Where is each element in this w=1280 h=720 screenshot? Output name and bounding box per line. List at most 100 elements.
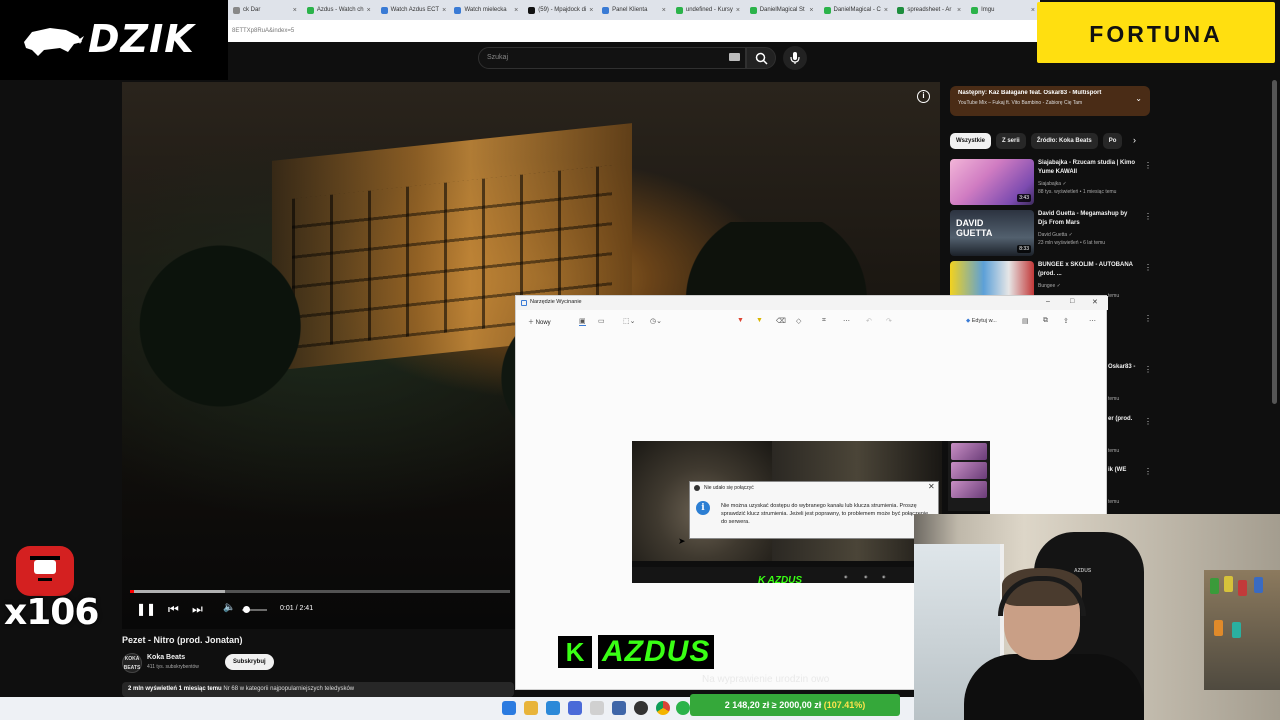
more-options-icon[interactable]: ⋮	[1144, 467, 1152, 476]
minimize-icon[interactable]: –	[1046, 298, 1050, 305]
text-actions-icon[interactable]: ⋯	[843, 317, 850, 325]
page-scrollbar[interactable]	[1272, 80, 1277, 404]
tab-close-icon[interactable]: ×	[1031, 7, 1035, 14]
channel-avatar[interactable]: KOKA BEATS	[122, 653, 142, 673]
chip-all[interactable]: Wszystkie	[950, 133, 992, 149]
snipping-tool-titlebar[interactable]: Narzędzie Wycinanie – □ ✕	[516, 296, 1108, 310]
tab-close-icon[interactable]: ×	[884, 7, 888, 14]
subscribe-button[interactable]: Subskrybuj	[225, 654, 274, 670]
search-input[interactable]: Szukaj	[478, 47, 746, 69]
copy-icon[interactable]: ⧉	[1043, 317, 1048, 325]
address-bar[interactable]: 8ETTXp8RuA&index=5	[228, 20, 1040, 42]
browser-tab[interactable]: Watch Azdus ECT ×	[376, 0, 450, 20]
chip-more[interactable]: Po	[1102, 133, 1123, 149]
keyboard-icon[interactable]	[729, 53, 740, 61]
volume-icon[interactable]: 🔈	[223, 602, 235, 613]
tab-close-icon[interactable]: ×	[442, 7, 446, 14]
file-explorer-icon[interactable]	[524, 701, 538, 715]
tab-close-icon[interactable]: ×	[514, 7, 518, 14]
recommendation-thumbnail[interactable]: DAVID GUETTA 8:33	[950, 210, 1034, 256]
app-icon[interactable]	[568, 701, 582, 715]
edge-icon[interactable]	[546, 701, 560, 715]
recommendation-item[interactable]: DAVID GUETTA 8:33 David Guetta - Megamas…	[950, 210, 1152, 256]
channel-name[interactable]: Koka Beats	[147, 654, 185, 661]
tab-favicon-icon	[306, 6, 314, 14]
crop-icon[interactable]: ⌗	[822, 317, 826, 325]
highlighter-icon[interactable]: ▼	[756, 317, 763, 324]
app-icon[interactable]	[676, 701, 690, 715]
more-options-icon[interactable]: ⋮	[1144, 161, 1152, 170]
browser-tab[interactable]: Azdus - Watch ch ×	[302, 0, 376, 20]
bet-percent: (107.41%)	[823, 700, 866, 710]
description-box[interactable]: 2 mln wyświetleń 1 miesiąc temu Nr 68 w …	[122, 682, 514, 697]
obs-icon[interactable]	[634, 701, 648, 715]
info-icon: i	[696, 501, 710, 515]
shapes-icon[interactable]: ◇	[796, 317, 801, 325]
eraser-icon[interactable]: ⌫	[776, 317, 786, 325]
snip-shape-icon[interactable]: ⬚⌄	[623, 317, 635, 325]
pause-icon[interactable]: ❚❚	[136, 602, 156, 616]
search-button[interactable]	[746, 47, 776, 69]
close-icon[interactable]: ✕	[1092, 298, 1098, 306]
app-icon[interactable]	[612, 701, 626, 715]
chevron-down-icon[interactable]: ⌄	[1135, 94, 1142, 103]
bet-balance-widget: 2 148,20 zł ≥ 2000,00 zł (107.41%)	[690, 694, 900, 716]
progress-bar[interactable]	[130, 590, 510, 593]
more-options-icon[interactable]: ⋮	[1144, 314, 1152, 323]
chip-source[interactable]: Źródło: Koka Beats	[1030, 133, 1098, 149]
browser-tab[interactable]: Watch mielecka ×	[449, 0, 523, 20]
delay-timer-icon[interactable]: ◷⌄	[650, 317, 662, 325]
tab-close-icon[interactable]: ×	[957, 7, 961, 14]
browser-tab[interactable]: Imgu ×	[966, 0, 1040, 20]
edit-in-button[interactable]: ◆ Edytuj w...	[966, 318, 997, 324]
info-icon[interactable]: i	[917, 90, 930, 103]
pen-icon[interactable]: ▼	[737, 317, 744, 324]
save-icon[interactable]: ▤	[1022, 317, 1029, 325]
app-icon[interactable]	[590, 701, 604, 715]
more-options-icon[interactable]: ⋮	[1144, 212, 1152, 221]
new-snip-button[interactable]: ＋ Nowy	[528, 317, 551, 326]
chevron-right-icon[interactable]: ›	[1133, 135, 1136, 145]
more-options-icon[interactable]: ⋯	[1089, 317, 1096, 325]
captured-mini-icon: ◉	[844, 574, 848, 579]
close-icon[interactable]: ✕	[928, 482, 935, 491]
share-icon[interactable]: ⇪	[1063, 317, 1069, 325]
volume-knob[interactable]	[243, 606, 251, 613]
browser-tab[interactable]: DanielMagical St ×	[745, 0, 819, 20]
browser-tab[interactable]: DanielMagical - C ×	[819, 0, 893, 20]
browser-tab[interactable]: undefined - Kursy ×	[671, 0, 745, 20]
voice-search-button[interactable]	[783, 46, 807, 70]
tab-close-icon[interactable]: ×	[589, 7, 593, 14]
chair-brand-text: AZDUS	[1074, 568, 1092, 574]
tab-close-icon[interactable]: ×	[662, 7, 666, 14]
previous-icon[interactable]: ⏮	[168, 602, 179, 617]
chip-series[interactable]: Z serii	[996, 133, 1026, 149]
next-icon[interactable]: ⏭	[192, 602, 203, 617]
undo-icon[interactable]: ↶	[866, 317, 872, 325]
redo-icon[interactable]: ↷	[886, 317, 892, 325]
maximize-icon[interactable]: □	[1070, 298, 1074, 305]
recommendation-item[interactable]: 3:43 Siajabajka - Rzucam studia | Kimo Y…	[950, 159, 1152, 205]
up-next-banner[interactable]: Następny: Kaz Bałagane feat. Oskar83 - M…	[950, 86, 1150, 116]
mascot-brow	[30, 556, 60, 560]
more-options-icon[interactable]: ⋮	[1144, 365, 1152, 374]
browser-tab[interactable]: (59) - Mpajdock di ×	[523, 0, 597, 20]
more-options-icon[interactable]: ⋮	[1144, 263, 1152, 272]
browser-tab[interactable]: spreadsheet - Ar ×	[892, 0, 966, 20]
tab-close-icon[interactable]: ×	[736, 7, 740, 14]
more-options-icon[interactable]: ⋮	[1144, 417, 1152, 426]
recommendation-thumbnail[interactable]: 3:43	[950, 159, 1034, 205]
screenshot-mode-icon[interactable]: ▣	[579, 317, 586, 326]
tab-close-icon[interactable]: ×	[809, 7, 813, 14]
tab-close-icon[interactable]: ×	[367, 7, 371, 14]
captured-brand-text: K AZDUS	[758, 575, 803, 583]
video-mode-icon[interactable]: ▭	[598, 317, 605, 325]
browser-tab[interactable]: ck Dar ×	[228, 0, 302, 20]
chrome-icon[interactable]	[656, 701, 670, 715]
tab-close-icon[interactable]: ×	[293, 7, 297, 14]
tab-favicon-icon	[971, 6, 979, 14]
start-icon[interactable]	[502, 701, 516, 715]
browser-tab[interactable]: Panel Klienta ×	[597, 0, 671, 20]
partial-recommendation-meta: temu	[1108, 396, 1120, 402]
snipping-tool-title: Narzędzie Wycinanie	[530, 299, 582, 305]
